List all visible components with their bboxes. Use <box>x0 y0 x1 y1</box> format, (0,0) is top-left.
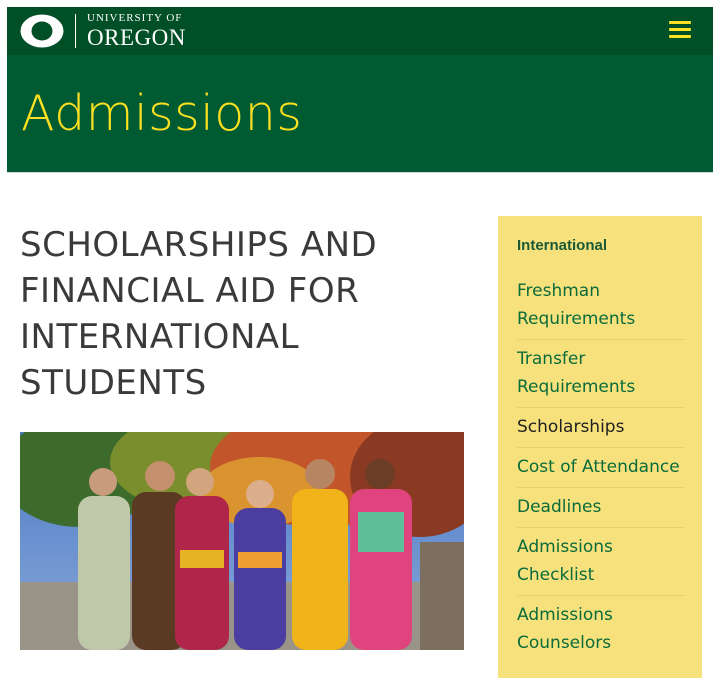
section-banner: Admissions <box>7 55 713 173</box>
sidebar-item-transfer-requirements[interactable]: Transfer Requirements <box>517 340 684 408</box>
sidebar-item-scholarships[interactable]: Scholarships <box>517 408 684 448</box>
uo-o-icon <box>20 14 64 48</box>
banner-title: Admissions <box>21 85 303 142</box>
logo-oregon-line: OREGON <box>87 25 186 50</box>
logo-university-line: UNIVERSITY OF <box>87 12 183 24</box>
students-photo <box>20 432 464 650</box>
sidebar-list: Freshman Requirements Transfer Requireme… <box>517 272 684 663</box>
logo-divider <box>75 14 76 48</box>
sidebar-heading: International <box>517 237 608 254</box>
sidebar-item-freshman-requirements[interactable]: Freshman Requirements <box>517 272 684 340</box>
sidebar-item-cost-of-attendance[interactable]: Cost of Attendance <box>517 448 684 488</box>
logo-wordmark: UNIVERSITY OF OREGON <box>87 12 186 50</box>
site-header: UNIVERSITY OF OREGON <box>7 7 713 55</box>
sidebar-item-deadlines[interactable]: Deadlines <box>517 488 684 528</box>
sidebar-item-admissions-counselors[interactable]: Admissions Counselors <box>517 596 684 663</box>
sidebar-item-admissions-checklist[interactable]: Admissions Checklist <box>517 528 684 596</box>
page-title: SCHOLARSHIPS AND FINANCIAL AID FOR INTER… <box>20 225 378 403</box>
university-logo[interactable]: UNIVERSITY OF OREGON <box>19 13 186 49</box>
sidebar-nav: International Freshman Requirements Tran… <box>498 216 702 678</box>
hamburger-menu-icon[interactable] <box>669 21 691 41</box>
